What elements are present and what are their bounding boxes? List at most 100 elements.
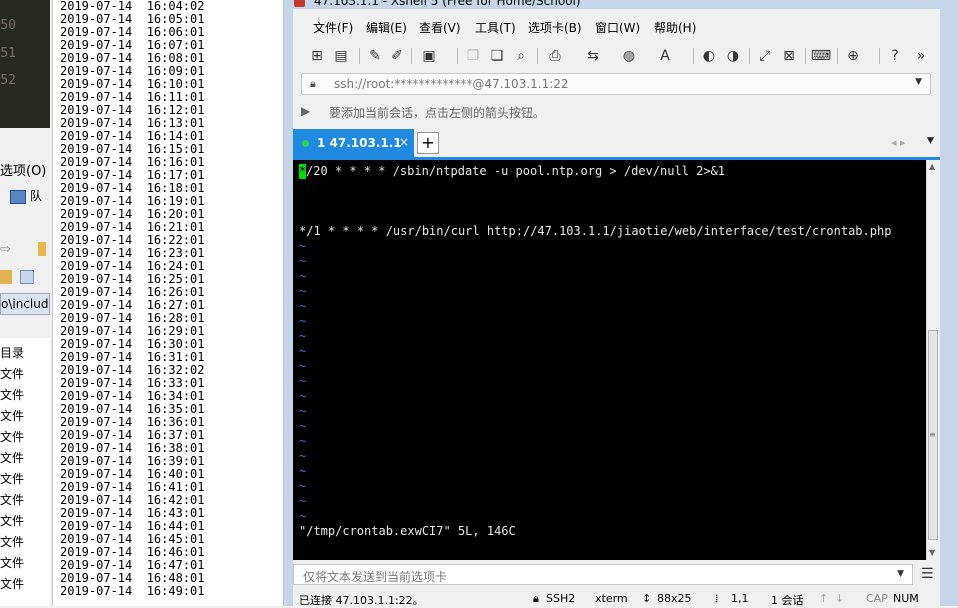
terminal-size-status: 88x25 [657, 592, 692, 605]
empty-line-marker: ~ [299, 389, 307, 403]
disconnect-icon[interactable]: ✐ [387, 46, 407, 66]
scroll-up-icon[interactable]: ▲ [929, 162, 935, 171]
list-item[interactable]: 目录 [0, 344, 24, 361]
fullscreen-icon[interactable]: ⤢ [755, 46, 775, 66]
reconnect-icon[interactable]: ✎ [365, 46, 385, 66]
menu-window[interactable]: 窗口(W) [595, 19, 640, 36]
empty-line-marker: ~ [299, 374, 307, 388]
add-tab-button[interactable]: + [417, 132, 439, 154]
terminal-status-line: "/tmp/crontab.exwCI7" 5L, 146C [299, 524, 516, 538]
toolbar-separator [359, 48, 360, 64]
menu-tools[interactable]: 工具(T) [475, 19, 516, 36]
connected-status-icon [302, 140, 309, 147]
open-folder-icon[interactable]: ▤ [331, 46, 351, 66]
empty-line-marker: ~ [299, 509, 307, 523]
session-hint-bar: ▶ 要添加当前会话，点击左侧的箭头按钮。 [301, 100, 931, 124]
empty-line-marker: ~ [299, 314, 307, 328]
paste-icon[interactable]: ❏ [487, 46, 507, 66]
line-number: 51 [0, 46, 16, 61]
list-item[interactable]: 文件 [0, 512, 24, 529]
terminal-scrollbar[interactable]: ▲ ≡ ▼ [926, 160, 940, 560]
empty-line-marker: ~ [299, 344, 307, 358]
find-icon[interactable]: ⌕ [511, 46, 531, 66]
background-menu-options[interactable]: 选项(O) [0, 160, 46, 179]
terminal-screen[interactable]: * /20 * * * * /sbin/ntpdate -u pool.ntp.… [293, 160, 926, 560]
properties-icon[interactable]: ▣ [419, 46, 439, 66]
tab-bar: 1 47.103.1.1 × + ◂ ▸ ▼ [293, 129, 940, 157]
globe-icon[interactable]: ◍ [619, 46, 639, 66]
menu-help[interactable]: 帮助(H) [654, 19, 696, 36]
background-toolbar-button[interactable]: 队 [10, 187, 42, 204]
title-bar[interactable]: 47.103.1.1 - Xshell 5 (Free for Home/Sch… [284, 0, 958, 9]
scroll-up-icon[interactable]: ↑ [819, 592, 828, 605]
keyboard-icon[interactable]: ⌨ [811, 46, 831, 66]
address-bar[interactable]: 🔒︎ ssh://root:*************@47.103.1.1:2… [301, 73, 931, 95]
window-icon[interactable] [20, 270, 34, 284]
xftp-icon[interactable]: ◐ [699, 46, 719, 66]
font-icon[interactable]: A [655, 46, 675, 66]
tab-scroll-icon[interactable]: ◂ ▸ [891, 136, 906, 149]
resize-icon: ↕ [642, 592, 652, 605]
forward-arrow-icon[interactable]: ⇨ [0, 242, 11, 257]
background-file-list: 目录 文件 文件 文件 文件 文件 文件 文件 文件 文件 文件 文件 [0, 338, 50, 606]
empty-line-marker: ~ [299, 419, 307, 433]
chevron-down-icon[interactable]: ▼ [915, 77, 922, 87]
lock-icon[interactable]: ⊠ [779, 46, 799, 66]
toolbar-separator [457, 48, 458, 64]
list-item[interactable]: 文件 [0, 428, 24, 445]
toolbar-separator [693, 48, 694, 64]
terminal-line: */1 * * * * /usr/bin/curl http://47.103.… [299, 224, 892, 238]
line-number: 50 [0, 18, 16, 33]
print-icon[interactable]: ⎙ [545, 46, 565, 66]
background-path-field[interactable]: o\include [0, 293, 50, 315]
list-item[interactable]: 文件 [0, 449, 24, 466]
cursor-position-status: 1,1 [731, 592, 749, 605]
list-item[interactable]: 文件 [0, 386, 24, 403]
empty-line-marker: ~ [299, 449, 307, 463]
hamburger-menu-icon[interactable]: ☰ [921, 566, 934, 582]
log-line: 2019-07-14 16:49:01 [60, 584, 205, 598]
list-item[interactable]: 文件 [0, 365, 24, 382]
list-item[interactable]: 文件 [0, 407, 24, 424]
lock-icon: 🔒︎ [533, 592, 539, 605]
list-item[interactable]: 文件 [0, 554, 24, 571]
chevron-down-icon[interactable]: ▼ [927, 136, 934, 146]
close-icon[interactable]: × [399, 135, 409, 149]
scroll-down-icon[interactable]: ▼ [929, 548, 935, 557]
transfer-icon[interactable]: ⇆ [583, 46, 603, 66]
grip-icon: ≡ [929, 430, 936, 439]
lock-icon: 🔒︎ [310, 77, 316, 90]
menu-edit[interactable]: 编辑(E) [366, 19, 407, 36]
copy-icon[interactable]: ❐ [463, 46, 483, 66]
caps-lock-status: CAP [866, 592, 888, 605]
list-item[interactable]: 文件 [0, 575, 24, 592]
empty-line-marker: ~ [299, 359, 307, 373]
chevron-down-icon[interactable]: ▼ [897, 569, 904, 579]
scroll-down-icon[interactable]: ↓ [835, 592, 844, 605]
arrow-icon[interactable]: ▶ [301, 104, 310, 118]
new-session-icon[interactable]: ⊞ [307, 46, 327, 66]
terminal-cursor: * [299, 164, 307, 179]
list-item[interactable]: 文件 [0, 533, 24, 550]
window-title: 47.103.1.1 - Xshell 5 (Free for Home/Sch… [314, 0, 581, 8]
address-input[interactable]: ssh://root:*************@47.103.1.1:22 [334, 77, 569, 91]
empty-line-marker: ~ [299, 269, 307, 283]
compose-icon[interactable]: ◑ [723, 46, 743, 66]
folder-icon[interactable] [0, 270, 12, 284]
empty-line-marker: ~ [299, 329, 307, 343]
tab-session[interactable]: 1 47.103.1.1 × [293, 129, 414, 157]
menu-view[interactable]: 查看(V) [419, 19, 461, 36]
terminal-line: /20 * * * * /sbin/ntpdate -u pool.ntp.or… [306, 164, 726, 178]
help-icon[interactable]: ? [885, 46, 905, 66]
toolbar-separator [411, 48, 412, 64]
empty-line-marker: ~ [299, 479, 307, 493]
toolbar-overflow-icon[interactable]: » [911, 46, 931, 66]
xshell-window: 47.103.1.1 - Xshell 5 (Free for Home/Sch… [284, 0, 958, 607]
new-tab-icon[interactable]: ⊕ [843, 46, 863, 66]
menu-tab[interactable]: 选项卡(B) [528, 19, 582, 36]
list-item[interactable]: 文件 [0, 470, 24, 487]
menu-file[interactable]: 文件(F) [313, 19, 353, 36]
send-text-input[interactable]: 仅将文本发送到当前选项卡 ▼ [293, 564, 913, 585]
window-frame [284, 9, 293, 606]
list-item[interactable]: 文件 [0, 491, 24, 508]
